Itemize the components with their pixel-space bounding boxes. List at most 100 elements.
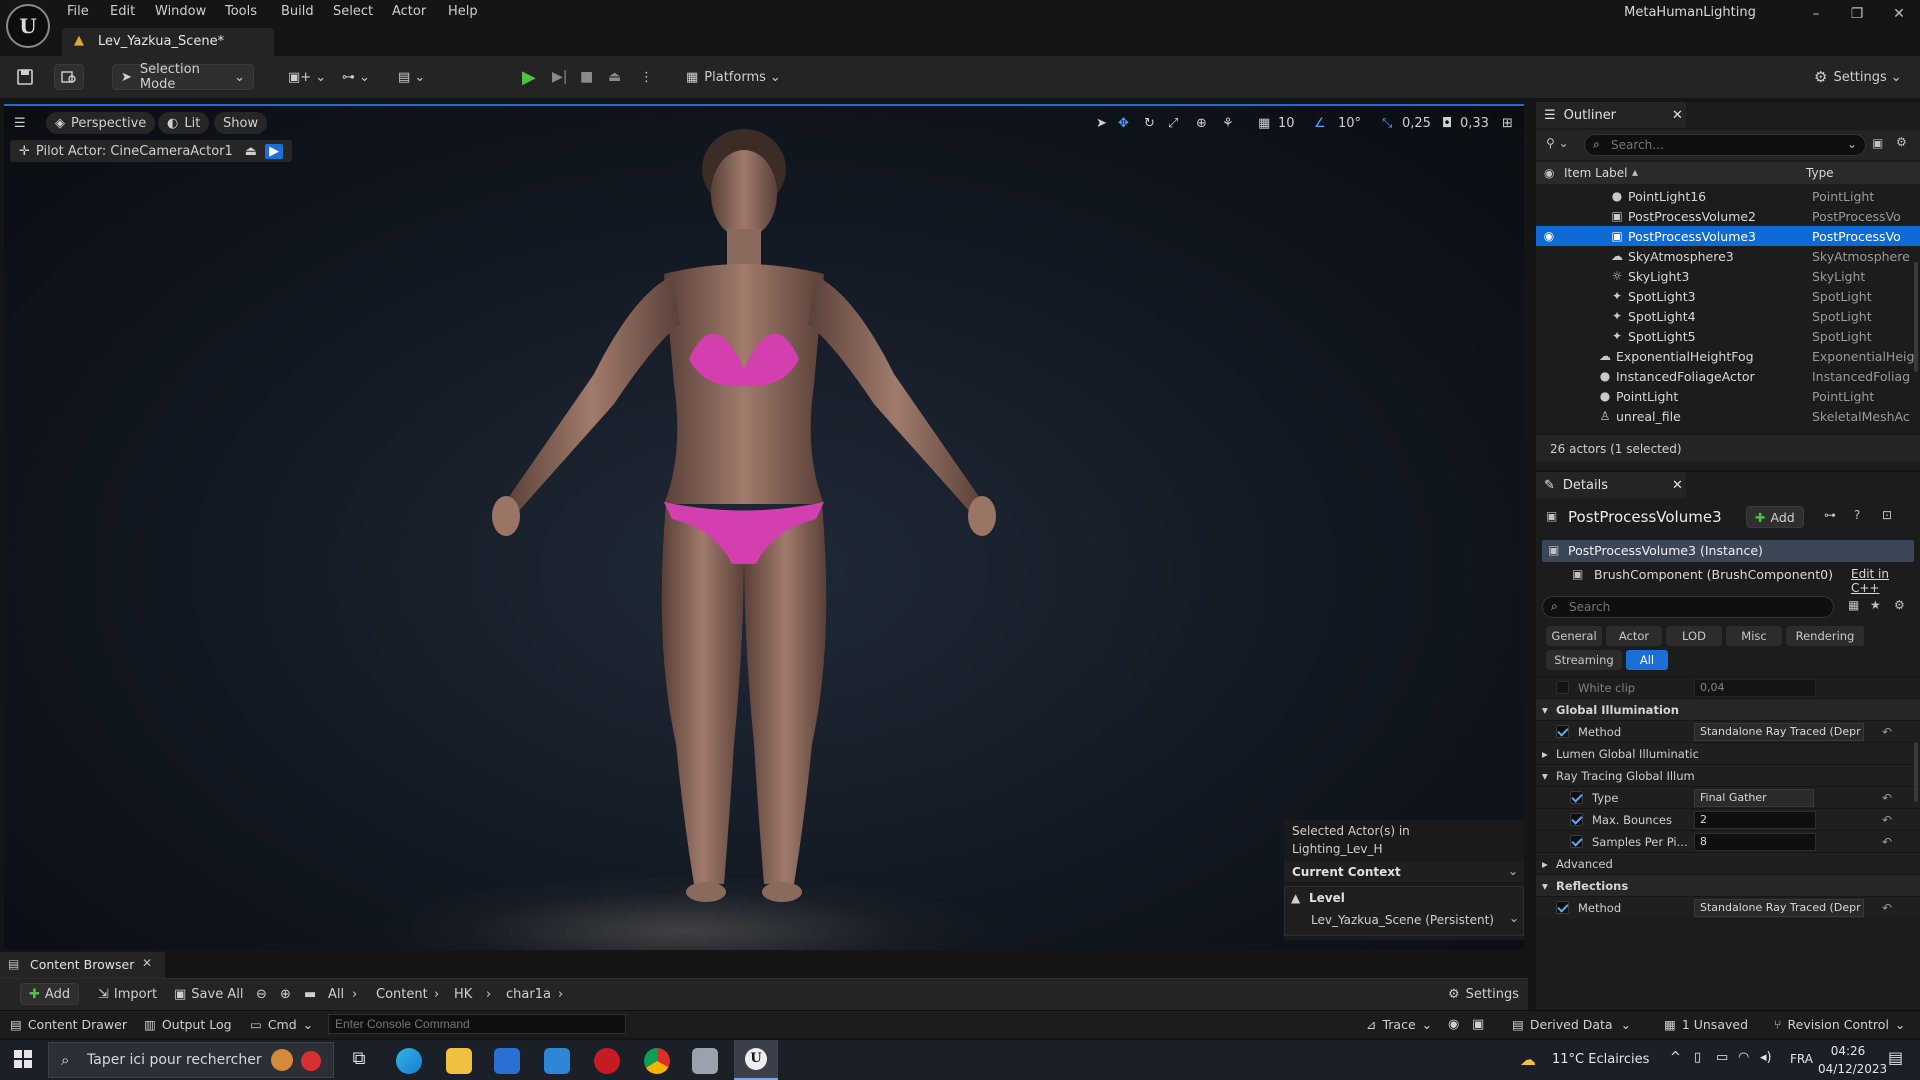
samples-checkbox[interactable] [1570, 835, 1583, 848]
save-all-button[interactable]: ▣ Save All [174, 983, 243, 1005]
grid-snap-icon[interactable]: ▦ [1258, 112, 1270, 134]
white-clip-checkbox[interactable] [1556, 681, 1569, 694]
history-back-icon[interactable]: ⊖ [256, 983, 267, 1005]
task-view-icon[interactable]: ⧉ [346, 1048, 372, 1074]
reset-arrow-icon[interactable]: ↶ [1882, 791, 1892, 805]
outliner-tab[interactable]: ☰ Outliner ✕ [1536, 102, 1686, 128]
blueprint-convert-icon[interactable]: ⊶ [1824, 508, 1836, 522]
rtgi-row[interactable]: ▾ Ray Tracing Global Illum [1536, 764, 1920, 786]
unsaved-button[interactable]: ▦ 1 Unsaved [1664, 1013, 1748, 1035]
menu-select[interactable]: Select [333, 4, 373, 19]
maximize-icon[interactable]: ❐ [1842, 6, 1872, 22]
taskbar-search-box[interactable]: ⌕ Taper ici pour rechercher [48, 1042, 334, 1078]
outliner-row[interactable]: ♙ unreal_file SkeletalMeshAc [1536, 406, 1920, 426]
gi-method-checkbox[interactable] [1556, 725, 1569, 738]
rtgi-type-dropdown[interactable]: Final Gather [1694, 789, 1814, 807]
platforms-dropdown[interactable]: ▦ Platforms ⌄ [686, 64, 781, 90]
rotate-tool-icon[interactable]: ↻ [1144, 112, 1155, 134]
stop-icon[interactable]: ■ [580, 64, 593, 90]
close-tab-icon[interactable]: ✕ [1672, 108, 1683, 123]
brush-component-row[interactable]: ▣ BrushComponent (BrushComponent0) Edit … [1542, 564, 1914, 595]
global-illumination-category[interactable]: ▾ Global Illumination [1536, 698, 1920, 720]
item-label-column[interactable]: Item Label [1564, 166, 1628, 180]
windows-start-icon[interactable] [14, 1050, 32, 1068]
gi-method-dropdown[interactable]: Standalone Ray Traced (Depr [1694, 723, 1864, 741]
type-column[interactable]: Type [1806, 166, 1834, 180]
max-bounces-value[interactable]: 2 [1694, 811, 1816, 829]
clock-time[interactable]: 04:26 [1818, 1044, 1878, 1058]
notification-icon[interactable]: ▤ [1888, 1048, 1903, 1067]
reset-arrow-icon[interactable]: ↶ [1882, 901, 1892, 915]
menu-tools[interactable]: Tools [225, 4, 257, 19]
chrome-icon[interactable] [644, 1048, 670, 1074]
scale-snap-icon[interactable]: ⤡ [1382, 112, 1392, 134]
path-hk[interactable]: HK [454, 983, 472, 1005]
rotation-snap-icon[interactable]: ∠ [1314, 112, 1326, 134]
settings-dropdown[interactable]: ⚙ Settings ⌄ [1814, 64, 1902, 90]
perspective-button[interactable]: ◈ Perspective [46, 112, 156, 134]
outliner-row[interactable]: ● PointLight16 PointLight [1536, 186, 1920, 206]
filter-all[interactable]: All [1626, 650, 1668, 670]
more-options-icon[interactable]: ⋮ [640, 64, 653, 90]
menu-actor[interactable]: Actor [392, 4, 426, 19]
revision-control-dropdown[interactable]: ⑂ Revision Control ⌄ [1774, 1013, 1905, 1035]
rotation-snap-value[interactable]: 10° [1338, 112, 1361, 134]
language-indicator[interactable]: FRA [1790, 1052, 1813, 1066]
close-tab-icon[interactable]: ✕ [1672, 478, 1683, 493]
add-actor-icon[interactable]: ▣+ ⌄ [288, 64, 326, 90]
play-icon[interactable]: ▶ [522, 64, 536, 90]
filter-icon[interactable]: ⚲ ⌄ [1546, 136, 1569, 150]
browse-icon[interactable] [54, 64, 84, 90]
outliner-row[interactable]: ☼ SkyLight3 SkyLight [1536, 266, 1920, 286]
add-button[interactable]: ✚ Add [20, 983, 80, 1005]
level-dropdown[interactable]: Lev_Yazkua_Scene (Persistent) [1311, 913, 1494, 927]
details-search-input[interactable] [1569, 599, 1819, 615]
world-space-icon[interactable]: ⊕ [1196, 112, 1207, 134]
lock-icon[interactable]: ⊡ [1882, 508, 1892, 522]
favorite-star-icon[interactable]: ★ [1870, 598, 1881, 612]
history-forward-icon[interactable]: ⊕ [280, 983, 291, 1005]
select-tool-icon[interactable]: ➤ [1096, 112, 1107, 134]
close-icon[interactable]: ✕ [1884, 6, 1914, 22]
eject-icon[interactable]: ⏏ [608, 64, 621, 90]
show-button[interactable]: Show [214, 112, 268, 134]
outliner-search-input[interactable] [1611, 137, 1841, 153]
close-tab-icon[interactable]: ✕ [142, 956, 152, 970]
pilot-actor-bar[interactable]: ✛ Pilot Actor: CineCameraActor1 ⏏ ▶ [10, 140, 293, 162]
import-button[interactable]: ⇲ Import [98, 983, 157, 1005]
advanced-row[interactable]: ▸ Advanced [1536, 852, 1920, 874]
viewport-layout-icon[interactable]: ⊞ [1502, 112, 1513, 134]
store-icon[interactable] [494, 1048, 520, 1074]
camera-speed-icon[interactable]: ◘ [1442, 112, 1452, 134]
filter-streaming[interactable]: Streaming [1546, 650, 1622, 670]
scale-tool-icon[interactable]: ⤢ [1168, 112, 1178, 134]
battery-icon[interactable]: ▭ [1716, 1050, 1728, 1065]
path-char1a[interactable]: char1a [506, 983, 551, 1005]
details-tab[interactable]: ✎ Details ✕ [1536, 472, 1686, 498]
output-log-button[interactable]: ▥ Output Log [144, 1013, 232, 1035]
opera-icon[interactable] [594, 1048, 620, 1074]
property-matrix-icon[interactable]: ▦ [1848, 598, 1859, 612]
details-settings-icon[interactable]: ⚙ [1894, 598, 1905, 612]
hamburger-icon[interactable]: ☰ [14, 112, 26, 134]
edit-cpp-link[interactable]: Edit in C++ [1851, 567, 1914, 595]
content-drawer-button[interactable]: ▤ Content Drawer [10, 1013, 127, 1035]
level-tab[interactable]: ▲ Lev_Yazkua_Scene* [62, 28, 274, 56]
mail-icon[interactable] [544, 1048, 570, 1074]
outliner-row[interactable]: ▣ PostProcessVolume2 PostProcessVo [1536, 206, 1920, 226]
outliner-row[interactable]: ☁ SkyAtmosphere3 SkyAtmosphere [1536, 246, 1920, 266]
component-instance-row[interactable]: ▣ PostProcessVolume3 (Instance) [1542, 540, 1914, 562]
outliner-row-selected[interactable]: ◉ ▣ PostProcessVolume3 PostProcessVo [1536, 226, 1920, 246]
filter-misc[interactable]: Misc [1726, 626, 1782, 646]
advance-frame-icon[interactable]: ▶| [552, 64, 567, 90]
visibility-eye-icon[interactable]: ◉ [1542, 229, 1556, 243]
path-content[interactable]: Content [376, 983, 428, 1005]
cb-settings-button[interactable]: ⚙ Settings [1448, 983, 1519, 1005]
filter-general[interactable]: General [1546, 626, 1602, 646]
outliner-row[interactable]: ✦ SpotLight5 SpotLight [1536, 326, 1920, 346]
wifi-icon[interactable]: ◠ [1738, 1050, 1749, 1065]
filter-lod[interactable]: LOD [1666, 626, 1722, 646]
details-search-box[interactable]: ⌕ [1542, 596, 1834, 618]
weather-text[interactable]: 11°C Eclaircies [1552, 1052, 1649, 1067]
edge-browser-icon[interactable] [396, 1048, 422, 1074]
